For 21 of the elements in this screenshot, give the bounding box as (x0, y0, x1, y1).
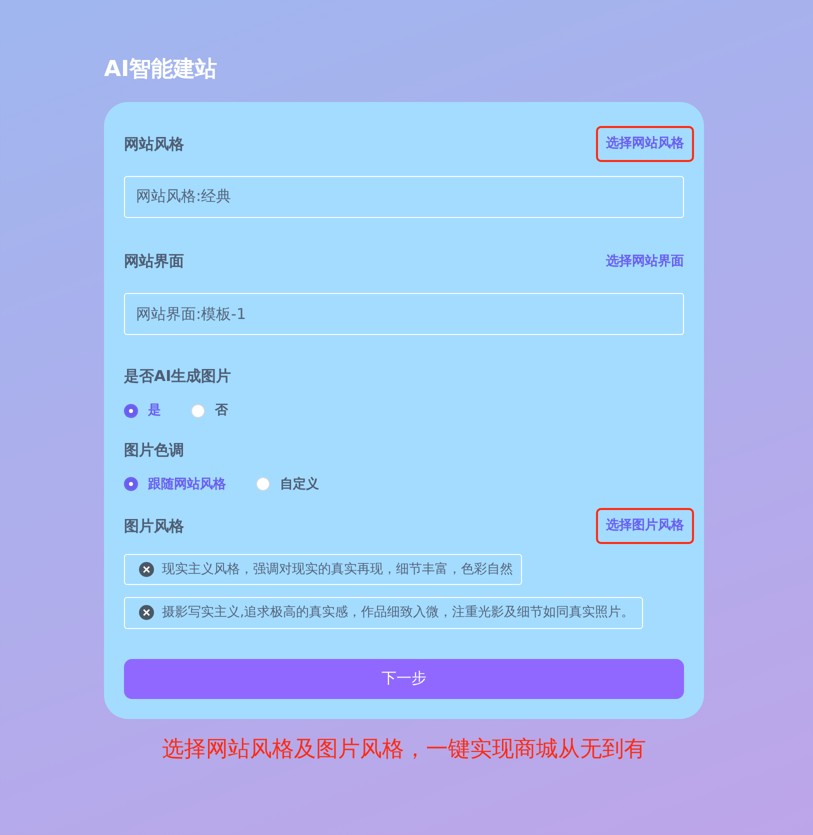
radio-option[interactable]: 自定义 (256, 474, 319, 494)
tag-text: 现实主义风格，强调对现实的真实再现，细节丰富，色彩自然 (162, 560, 513, 578)
radio-option[interactable]: 否 (191, 401, 228, 420)
field-label: 网站风格 (124, 134, 184, 155)
tag-text: 摄影写实主义,追求极高的真实感，作品细致入微，注重光影及细节如同真实照片。 (162, 604, 634, 622)
page-title: AI智能建站 (104, 56, 218, 84)
text-field[interactable]: 网站界面:模板-1 (124, 293, 684, 335)
select-link[interactable]: 选择网站风格 (596, 126, 694, 162)
next-button[interactable]: 下一步 (124, 658, 684, 698)
radio-option[interactable]: 跟随网站风格 (124, 474, 226, 494)
remove-icon[interactable] (139, 605, 154, 620)
field-label: 网站界面 (124, 251, 184, 272)
radio-option[interactable]: 是 (124, 401, 161, 420)
select-link[interactable]: 选择网站界面 (596, 244, 694, 279)
remove-icon[interactable] (139, 562, 154, 577)
field-label: 图片色调 (124, 440, 184, 460)
text-field[interactable]: 网站风格:经典 (124, 176, 684, 218)
select-link[interactable]: 选择图片风格 (596, 508, 694, 544)
field-label: 是否AI生成图片 (124, 366, 232, 387)
caption-text: 选择网站风格及图片风格，一键实现商城从无到有 (161, 736, 647, 764)
field-label: 图片风格 (124, 516, 184, 537)
